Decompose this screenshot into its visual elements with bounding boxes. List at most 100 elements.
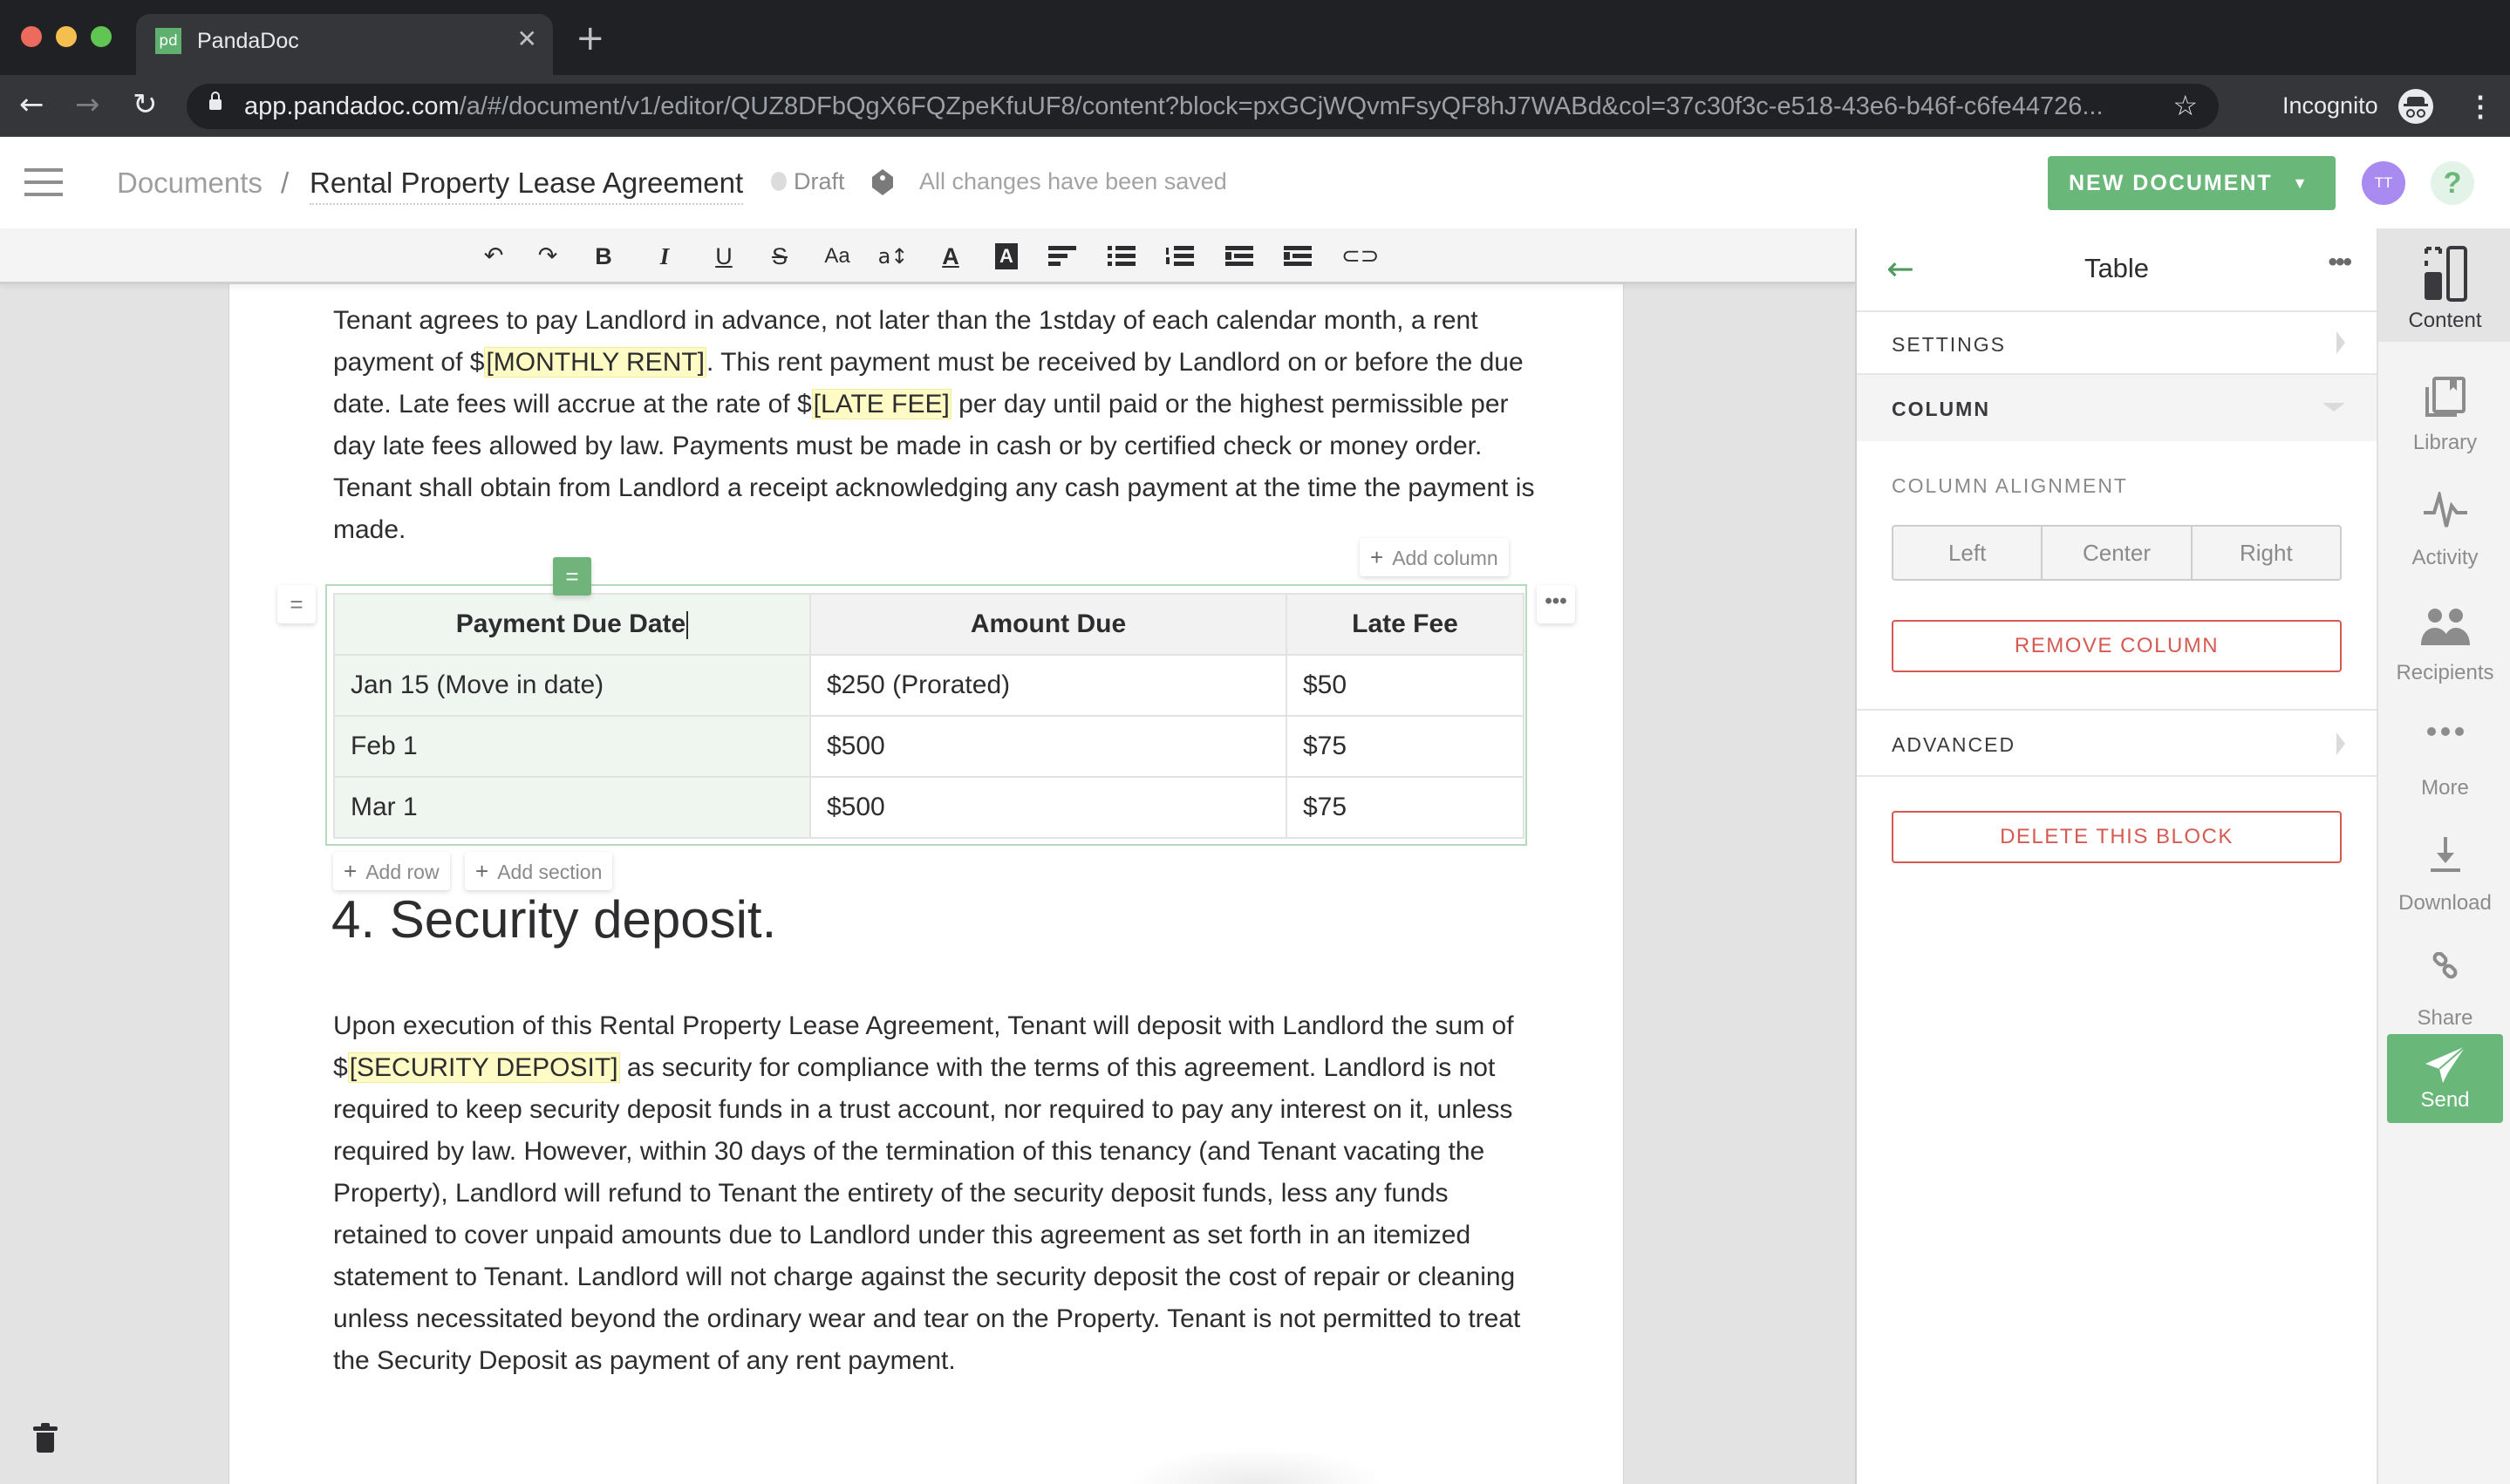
section-heading[interactable]: 4. Security deposit.	[331, 889, 776, 950]
sidebar-item-activity[interactable]: Activity	[2378, 474, 2510, 588]
trash-icon[interactable]	[33, 1423, 58, 1453]
delete-block-button[interactable]: DELETE THIS BLOCK	[1892, 811, 2342, 863]
forward-arrow-icon[interactable]: →	[75, 89, 100, 120]
plus-icon: +	[344, 858, 358, 884]
browser-tab[interactable]: pd PandaDoc ✕	[136, 14, 553, 75]
table-cell[interactable]: $500	[809, 715, 1287, 778]
table-cell[interactable]: Mar 1	[333, 776, 811, 839]
rail-label: More	[2421, 776, 2469, 800]
remove-column-button[interactable]: REMOVE COLUMN	[1892, 620, 2342, 672]
table-cell[interactable]: Feb 1	[333, 715, 811, 778]
plus-icon: +	[475, 858, 489, 884]
late-fee-variable[interactable]: [LATE FEE]	[811, 389, 951, 419]
table-header-cell[interactable]: Amount Due	[809, 593, 1287, 656]
new-tab-icon[interactable]: +	[576, 21, 605, 56]
table-cell[interactable]: Jan 15 (Move in date)	[333, 654, 811, 717]
rail-label: Recipients	[2396, 661, 2494, 684]
align-right-button[interactable]: Right	[2193, 527, 2340, 579]
align-center-button[interactable]: Center	[2043, 527, 2193, 579]
table-row: Mar 1 $500 $75	[333, 776, 1524, 839]
help-icon[interactable]: ?	[2431, 161, 2474, 205]
redo-icon[interactable]: ↷	[532, 241, 563, 272]
bold-button[interactable]: B	[588, 241, 619, 272]
add-section-label: Add section	[497, 861, 603, 883]
sidebar-item-share[interactable]: Share	[2378, 935, 2510, 1048]
content-icon	[2424, 246, 2467, 302]
tab-title: PandaDoc	[197, 29, 299, 53]
incognito-icon[interactable]	[2398, 89, 2433, 124]
lock-icon	[209, 92, 222, 112]
window-minimize-button[interactable]	[56, 26, 77, 47]
sidebar-item-library[interactable]: Library	[2378, 359, 2510, 473]
align-icon[interactable]	[1048, 246, 1076, 267]
add-section-button[interactable]: + Add section	[465, 852, 613, 890]
block-drag-handle[interactable]: =	[277, 585, 316, 623]
security-paragraph[interactable]: Upon execution of this Rental Property L…	[333, 1005, 1537, 1382]
incognito-label: Incognito	[2282, 92, 2378, 119]
table-cell[interactable]: $75	[1286, 715, 1524, 778]
back-arrow-icon[interactable]: ←	[19, 89, 44, 120]
table-cell[interactable]: $50	[1286, 654, 1524, 717]
avatar[interactable]: TT	[2362, 161, 2405, 205]
numbered-list-icon[interactable]	[1166, 246, 1194, 267]
more-icon	[2426, 727, 2464, 736]
rail-label: Download	[2398, 891, 2492, 915]
table-row: Jan 15 (Move in date) $250 (Prorated) $5…	[333, 654, 1524, 717]
text-color-button[interactable]: A	[935, 241, 966, 272]
undo-icon[interactable]: ↶	[478, 241, 509, 272]
add-column-button[interactable]: + Add column	[1360, 538, 1509, 576]
hamburger-menu-icon[interactable]	[24, 168, 63, 196]
highlight-color-button[interactable]: A	[995, 243, 1018, 269]
sidebar-item-download[interactable]: Download	[2378, 820, 2510, 933]
header-text: Payment Due Date	[455, 609, 686, 638]
sidebar-item-content[interactable]: Content	[2378, 228, 2510, 342]
reload-icon[interactable]: ↻	[133, 89, 158, 120]
table-cell[interactable]: $250 (Prorated)	[809, 654, 1287, 717]
table-header-cell[interactable]: Payment Due Date	[333, 593, 811, 656]
new-document-button[interactable]: NEW DOCUMENT ▼	[2048, 156, 2336, 210]
table-header-cell[interactable]: Late Fee	[1286, 593, 1524, 656]
table-more-options-icon[interactable]: •••	[1537, 585, 1575, 623]
tab-close-icon[interactable]: ✕	[517, 26, 537, 52]
underline-button[interactable]: U	[708, 241, 740, 272]
advanced-section[interactable]: ADVANCED	[1857, 709, 2377, 777]
add-row-button[interactable]: + Add row	[333, 852, 450, 890]
window-zoom-button[interactable]	[91, 26, 112, 47]
table-cell[interactable]: $500	[809, 776, 1287, 839]
column-drag-handle[interactable]: =	[553, 557, 591, 596]
sidebar-rail: Content Library Activity Recipients More…	[2377, 228, 2510, 1484]
breadcrumb-documents[interactable]: Documents	[117, 167, 263, 200]
browser-menu-icon[interactable]: ⋮	[2466, 89, 2494, 124]
share-icon	[2432, 952, 2457, 979]
column-section[interactable]: COLUMN	[1857, 375, 2377, 441]
font-size-button[interactable]: Aa	[822, 241, 853, 272]
pandadoc-favicon-icon: pd	[155, 28, 181, 54]
rail-label: Share	[2417, 1006, 2473, 1030]
indent-icon[interactable]	[1284, 246, 1312, 267]
strikethrough-button[interactable]: S	[764, 241, 795, 272]
sidebar-item-recipients[interactable]: Recipients	[2378, 589, 2510, 703]
window-close-button[interactable]	[21, 26, 42, 47]
bulleted-list-icon[interactable]	[1108, 246, 1136, 267]
italic-button[interactable]: I	[649, 241, 680, 272]
document-title[interactable]: Rental Property Lease Agreement	[310, 167, 744, 205]
link-icon[interactable]: ⊂⊃	[1341, 241, 1380, 272]
table-header-row: Payment Due Date Amount Due Late Fee	[333, 593, 1524, 656]
security-deposit-variable[interactable]: [SECURITY DEPOSIT]	[347, 1052, 620, 1083]
table-cell[interactable]: $75	[1286, 776, 1524, 839]
panel-more-icon[interactable]: •••	[2328, 248, 2351, 277]
align-left-button[interactable]: Left	[1893, 527, 2043, 579]
sidebar-item-more[interactable]: More	[2378, 705, 2510, 818]
url-text[interactable]: app.pandadoc.com/a/#/document/v1/editor/…	[244, 93, 2104, 119]
save-status: All changes have been saved	[919, 168, 1227, 194]
monthly-rent-variable[interactable]: [MONTHLY RENT]	[484, 347, 707, 378]
floating-element-shadow	[1125, 1447, 1387, 1484]
rent-paragraph[interactable]: Tenant agrees to pay Landlord in advance…	[333, 300, 1537, 551]
tag-icon[interactable]	[870, 168, 895, 196]
send-button[interactable]: Send	[2387, 1034, 2503, 1123]
address-bar[interactable]: app.pandadoc.com/a/#/document/v1/editor/…	[187, 84, 2219, 129]
settings-section[interactable]: SETTINGS	[1857, 312, 2377, 375]
line-height-button[interactable]: a↕	[877, 241, 909, 272]
outdent-icon[interactable]	[1225, 246, 1253, 267]
bookmark-star-icon[interactable]: ☆	[2172, 90, 2198, 121]
